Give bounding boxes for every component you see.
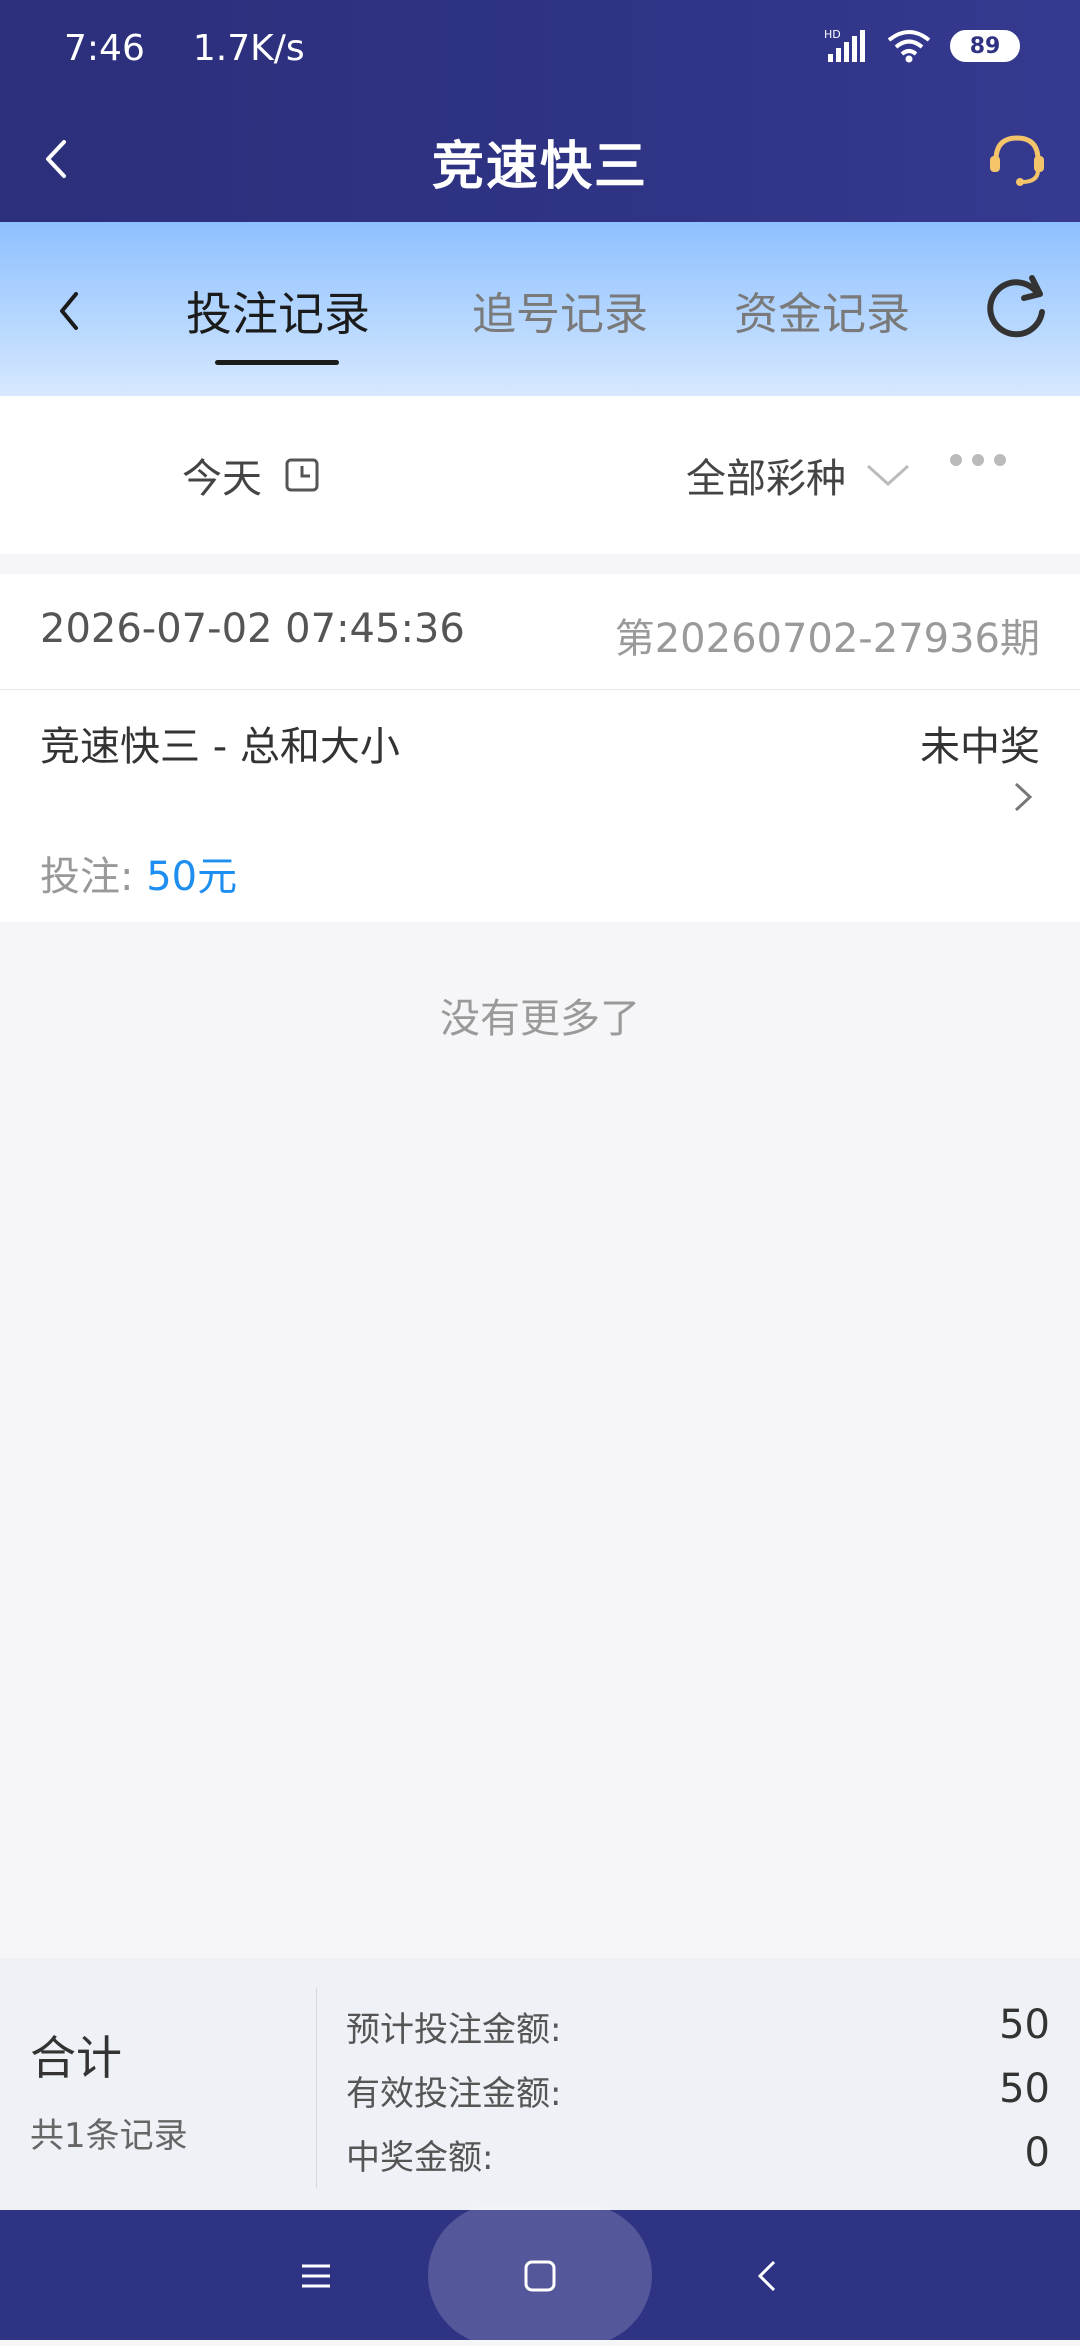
- menu-icon[interactable]: [290, 2250, 342, 2302]
- status-bar: 7:46 1.7K/s HD 89: [0, 0, 1080, 96]
- summary-panel: 合计 共1条记录 预计投注金额: 50 有效投注金额: 50 中奖金额: 0: [0, 1958, 1080, 2210]
- lottery-filter-label: 全部彩种: [686, 456, 846, 502]
- network-speed: 1.7K/s: [192, 27, 305, 69]
- summary-row-winnings: 中奖金额: 0: [346, 2130, 1050, 2179]
- record-tabs: 投注记录 追号记录 资金记录: [0, 222, 1080, 396]
- record-issue-number: 第20260702-27936期: [614, 616, 1040, 662]
- summary-row-label: 预计投注金额:: [346, 2010, 562, 2050]
- list-end-text: 没有更多了: [440, 996, 640, 1042]
- nav-bar: 竞速快三: [0, 96, 1080, 222]
- stake-amount: 50元: [146, 854, 238, 900]
- record-time: 2026-07-02 07:45:36: [40, 606, 465, 652]
- summary-row-label: 中奖金额:: [346, 2138, 494, 2178]
- record-status: 未中奖: [920, 724, 1040, 770]
- summary-divider: [316, 1988, 317, 2188]
- active-tab-indicator: [215, 360, 339, 365]
- system-back-icon[interactable]: [742, 2250, 794, 2302]
- svg-text:HD: HD: [824, 28, 841, 41]
- tab-bet-records[interactable]: 投注记录: [186, 278, 370, 344]
- battery-indicator: 89: [950, 30, 1020, 62]
- chevron-down-icon: [866, 464, 910, 487]
- record-game-name: 竞速快三 - 总和大小: [40, 724, 400, 770]
- system-nav-bar: [0, 2204, 1080, 2346]
- page-title: 竞速快三: [431, 137, 648, 197]
- tab-chase-records[interactable]: 追号记录: [472, 278, 648, 342]
- summary-row-value: 50: [999, 2066, 1050, 2112]
- summary-count: 共1条记录: [30, 2116, 188, 2156]
- home-square-icon[interactable]: [514, 2250, 566, 2302]
- stake-label: 投注:: [40, 854, 134, 900]
- status-icons: HD 89: [824, 28, 1020, 64]
- signal-icon: HD: [824, 28, 865, 62]
- chevron-right-icon: [1014, 782, 1033, 812]
- filter-bar: 今天 全部彩种: [0, 396, 1080, 554]
- app-header: 7:46 1.7K/s HD 89 竞速快三: [0, 0, 1080, 222]
- tab-fund-records[interactable]: 资金记录: [734, 278, 910, 342]
- summary-row-valid-bet: 有效投注金额: 50: [346, 2066, 1050, 2115]
- record-header: 2026-07-02 07:45:36 第20260702-27936期: [0, 574, 1080, 690]
- date-filter[interactable]: 今天: [182, 446, 320, 504]
- summary-row-value: 0: [1024, 2130, 1050, 2176]
- customer-service-icon[interactable]: [982, 124, 1052, 194]
- more-options-icon[interactable]: [950, 454, 1006, 466]
- date-filter-label: 今天: [182, 456, 262, 502]
- clock-icon: [285, 458, 319, 492]
- wifi-icon: [887, 30, 931, 63]
- tab-back-arrow-icon[interactable]: [40, 276, 100, 346]
- refresh-icon[interactable]: [980, 270, 1054, 344]
- summary-row-label: 有效投注金额:: [346, 2074, 562, 2114]
- status-time: 7:46: [64, 27, 145, 69]
- record-stake: 投注: 50元: [40, 844, 237, 902]
- summary-row-expected-bet: 预计投注金额: 50: [346, 2002, 1050, 2051]
- bet-record-item[interactable]: 2026-07-02 07:45:36 第20260702-27936期 竞速快…: [0, 574, 1080, 922]
- summary-row-value: 50: [999, 2002, 1050, 2048]
- lottery-filter[interactable]: 全部彩种: [686, 446, 910, 504]
- summary-label: 合计: [30, 2031, 122, 2085]
